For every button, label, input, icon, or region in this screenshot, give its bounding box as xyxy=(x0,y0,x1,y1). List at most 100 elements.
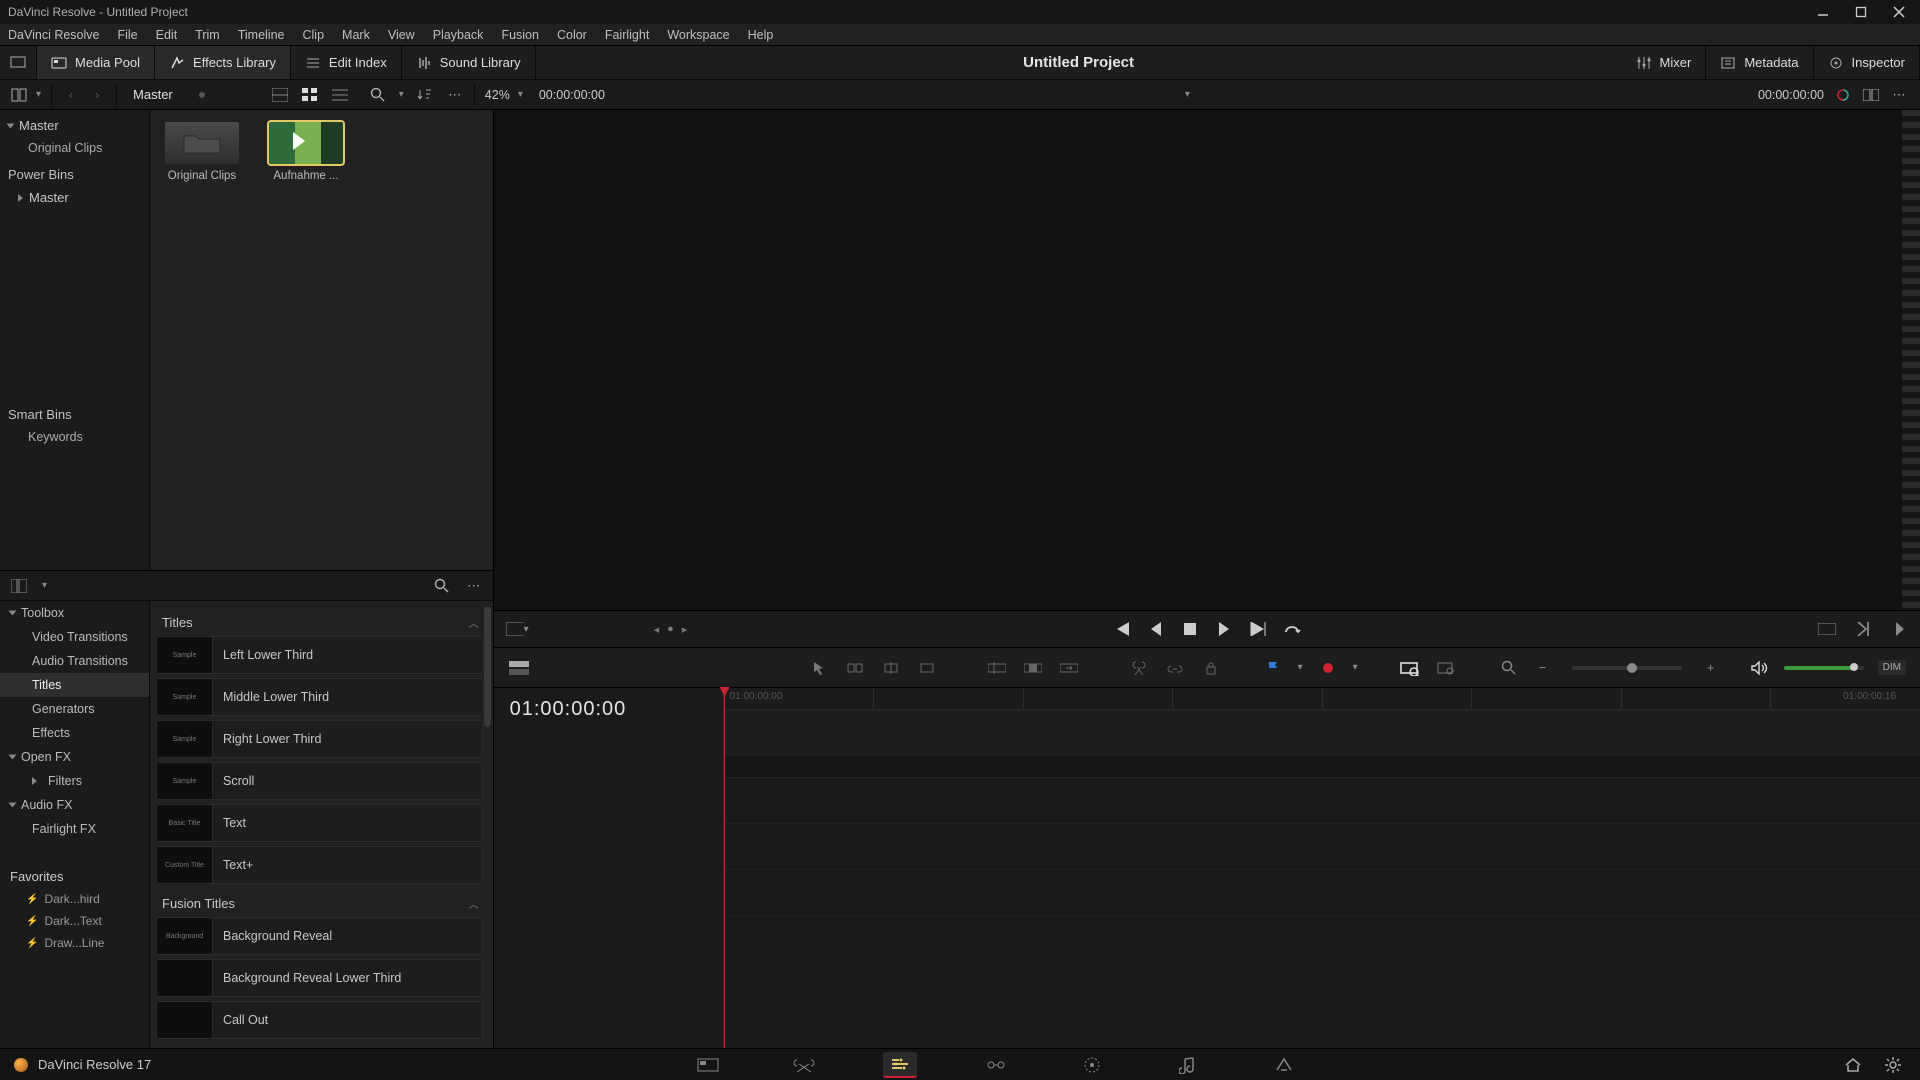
metadata-button[interactable]: Metadata xyxy=(1706,46,1813,79)
fx-search-button[interactable] xyxy=(433,577,451,595)
timeline-tracks[interactable]: 01:00:00:00 01:00:00:16 xyxy=(724,688,1920,1048)
expand-viewer-button[interactable] xyxy=(0,46,37,79)
home-button[interactable] xyxy=(1844,1056,1862,1074)
fx-item[interactable]: Basic TitleText xyxy=(156,804,483,842)
fx-panel-view-button[interactable] xyxy=(10,577,28,595)
menu-file[interactable]: File xyxy=(109,26,145,44)
menu-fusion[interactable]: Fusion xyxy=(493,26,547,44)
zoom-out-button[interactable]: − xyxy=(1534,659,1552,677)
transport-next-button[interactable] xyxy=(1249,620,1267,638)
window-minimize-button[interactable] xyxy=(1816,5,1830,19)
transport-first-button[interactable] xyxy=(1113,620,1131,638)
power-bin-master[interactable]: Master xyxy=(0,186,149,209)
page-edit-button[interactable] xyxy=(883,1052,917,1078)
selection-tool-button[interactable] xyxy=(808,659,830,677)
fx-group-titles[interactable]: Titles︿ xyxy=(156,607,483,636)
transport-stop-button[interactable] xyxy=(1181,620,1199,638)
transport-loop-button[interactable] xyxy=(1283,620,1301,638)
volume-slider[interactable] xyxy=(1784,666,1864,670)
fx-cat-video-transitions[interactable]: Video Transitions xyxy=(0,625,149,649)
fx-item[interactable]: SampleScroll xyxy=(156,762,483,800)
page-media-button[interactable] xyxy=(691,1052,725,1078)
menu-playback[interactable]: Playback xyxy=(425,26,492,44)
flag-button[interactable] xyxy=(1262,659,1284,677)
jog-marker[interactable]: ◂●▸ xyxy=(654,623,688,636)
menu-help[interactable]: Help xyxy=(740,26,782,44)
menu-clip[interactable]: Clip xyxy=(295,26,333,44)
sort-button[interactable] xyxy=(416,86,434,104)
list-view-button[interactable] xyxy=(331,86,349,104)
fx-item[interactable]: Background Reveal Lower Third xyxy=(156,959,483,997)
timeline-view-options-button[interactable] xyxy=(508,659,530,677)
sound-library-button[interactable]: Sound Library xyxy=(402,46,536,79)
menu-color[interactable]: Color xyxy=(549,26,595,44)
edit-index-button[interactable]: Edit Index xyxy=(291,46,402,79)
bypass-color-button[interactable] xyxy=(1834,86,1852,104)
menu-view[interactable]: View xyxy=(380,26,423,44)
menu-mark[interactable]: Mark xyxy=(334,26,378,44)
page-fairlight-button[interactable] xyxy=(1171,1052,1205,1078)
search-options-button[interactable]: ▾ xyxy=(399,89,404,100)
bin-master[interactable]: Master xyxy=(0,114,149,137)
window-maximize-button[interactable] xyxy=(1854,5,1868,19)
bin-thumb-folder[interactable]: Original Clips xyxy=(162,122,242,182)
project-settings-button[interactable] xyxy=(1884,1056,1902,1074)
bin-path-label[interactable]: Master xyxy=(133,87,173,102)
bin-thumb-clip[interactable]: Aufnahme ... xyxy=(266,122,346,182)
metadata-view-button[interactable] xyxy=(271,86,289,104)
search-button[interactable] xyxy=(369,86,387,104)
video-track-1[interactable] xyxy=(724,710,1920,756)
fx-cat-titles[interactable]: Titles xyxy=(0,673,149,697)
timeline-playhead[interactable] xyxy=(724,688,725,1048)
fx-cat-audio-transitions[interactable]: Audio Transitions xyxy=(0,649,149,673)
media-pool-area[interactable]: Original Clips Aufnahme ... xyxy=(150,110,493,570)
menu-fairlight[interactable]: Fairlight xyxy=(597,26,657,44)
zoom-slider[interactable] xyxy=(1572,666,1682,670)
trim-tool-button[interactable] xyxy=(844,659,866,677)
fit-percent-dropdown[interactable]: ▾ xyxy=(518,89,523,100)
viewer-matchframe-dropdown[interactable]: ▾ xyxy=(524,624,529,635)
menu-davinci-resolve[interactable]: DaVinci Resolve xyxy=(6,26,107,44)
snapping-button[interactable] xyxy=(1398,659,1420,677)
mute-button[interactable] xyxy=(1748,659,1770,677)
single-viewer-button[interactable] xyxy=(1862,86,1880,104)
zoom-search-button[interactable] xyxy=(1498,659,1520,677)
zoom-in-button[interactable]: + xyxy=(1702,659,1720,677)
dim-button[interactable]: DIM xyxy=(1878,660,1906,675)
smartbin-keywords[interactable]: Keywords xyxy=(0,426,149,448)
bin-dropdown-button[interactable]: ▾ xyxy=(36,89,41,100)
inspector-button[interactable]: Inspector xyxy=(1814,46,1920,79)
thumbnail-view-button[interactable] xyxy=(301,86,319,104)
go-last-button[interactable] xyxy=(1890,620,1908,638)
menu-timeline[interactable]: Timeline xyxy=(230,26,293,44)
window-close-button[interactable] xyxy=(1892,5,1906,19)
menu-workspace[interactable]: Workspace xyxy=(659,26,737,44)
smart-bins-header[interactable]: Smart Bins xyxy=(0,399,149,426)
viewer-options-button[interactable]: ⋯ xyxy=(1890,86,1908,104)
marker-dropdown[interactable]: ▾ xyxy=(1353,662,1358,673)
timeline-timecode[interactable]: 01:00:00:00 xyxy=(510,698,627,721)
page-color-button[interactable] xyxy=(1075,1052,1109,1078)
marker-button[interactable] xyxy=(1317,659,1339,677)
power-bins-header[interactable]: Power Bins xyxy=(0,159,149,186)
timeline-ruler[interactable]: 01:00:00:00 01:00:00:16 xyxy=(724,688,1920,710)
fx-cat-filters[interactable]: Filters xyxy=(0,769,149,793)
dynamic-trim-button[interactable] xyxy=(880,659,902,677)
fx-cat-toolbox[interactable]: Toolbox xyxy=(0,601,149,625)
fx-scrollbar[interactable] xyxy=(484,607,491,1042)
flag-dropdown[interactable]: ▾ xyxy=(1298,662,1303,673)
mixer-button[interactable]: Mixer xyxy=(1622,46,1707,79)
razor-button[interactable] xyxy=(1128,659,1150,677)
fx-item[interactable]: SampleMiddle Lower Third xyxy=(156,678,483,716)
fx-cat-audiofx[interactable]: Audio FX xyxy=(0,793,149,817)
fx-item[interactable]: SampleLeft Lower Third xyxy=(156,636,483,674)
fx-cat-generators[interactable]: Generators xyxy=(0,697,149,721)
fx-item[interactable]: Custom TitleText+ xyxy=(156,846,483,884)
page-deliver-button[interactable] xyxy=(1267,1052,1301,1078)
link-button[interactable] xyxy=(1164,659,1186,677)
page-fusion-button[interactable] xyxy=(979,1052,1013,1078)
fx-fav-2[interactable]: ⚡Dark...Text xyxy=(0,910,149,932)
linked-selection-button[interactable] xyxy=(1434,659,1456,677)
blade-tool-button[interactable] xyxy=(916,659,938,677)
fx-group-fusion-titles[interactable]: Fusion Titles︿ xyxy=(156,888,483,917)
